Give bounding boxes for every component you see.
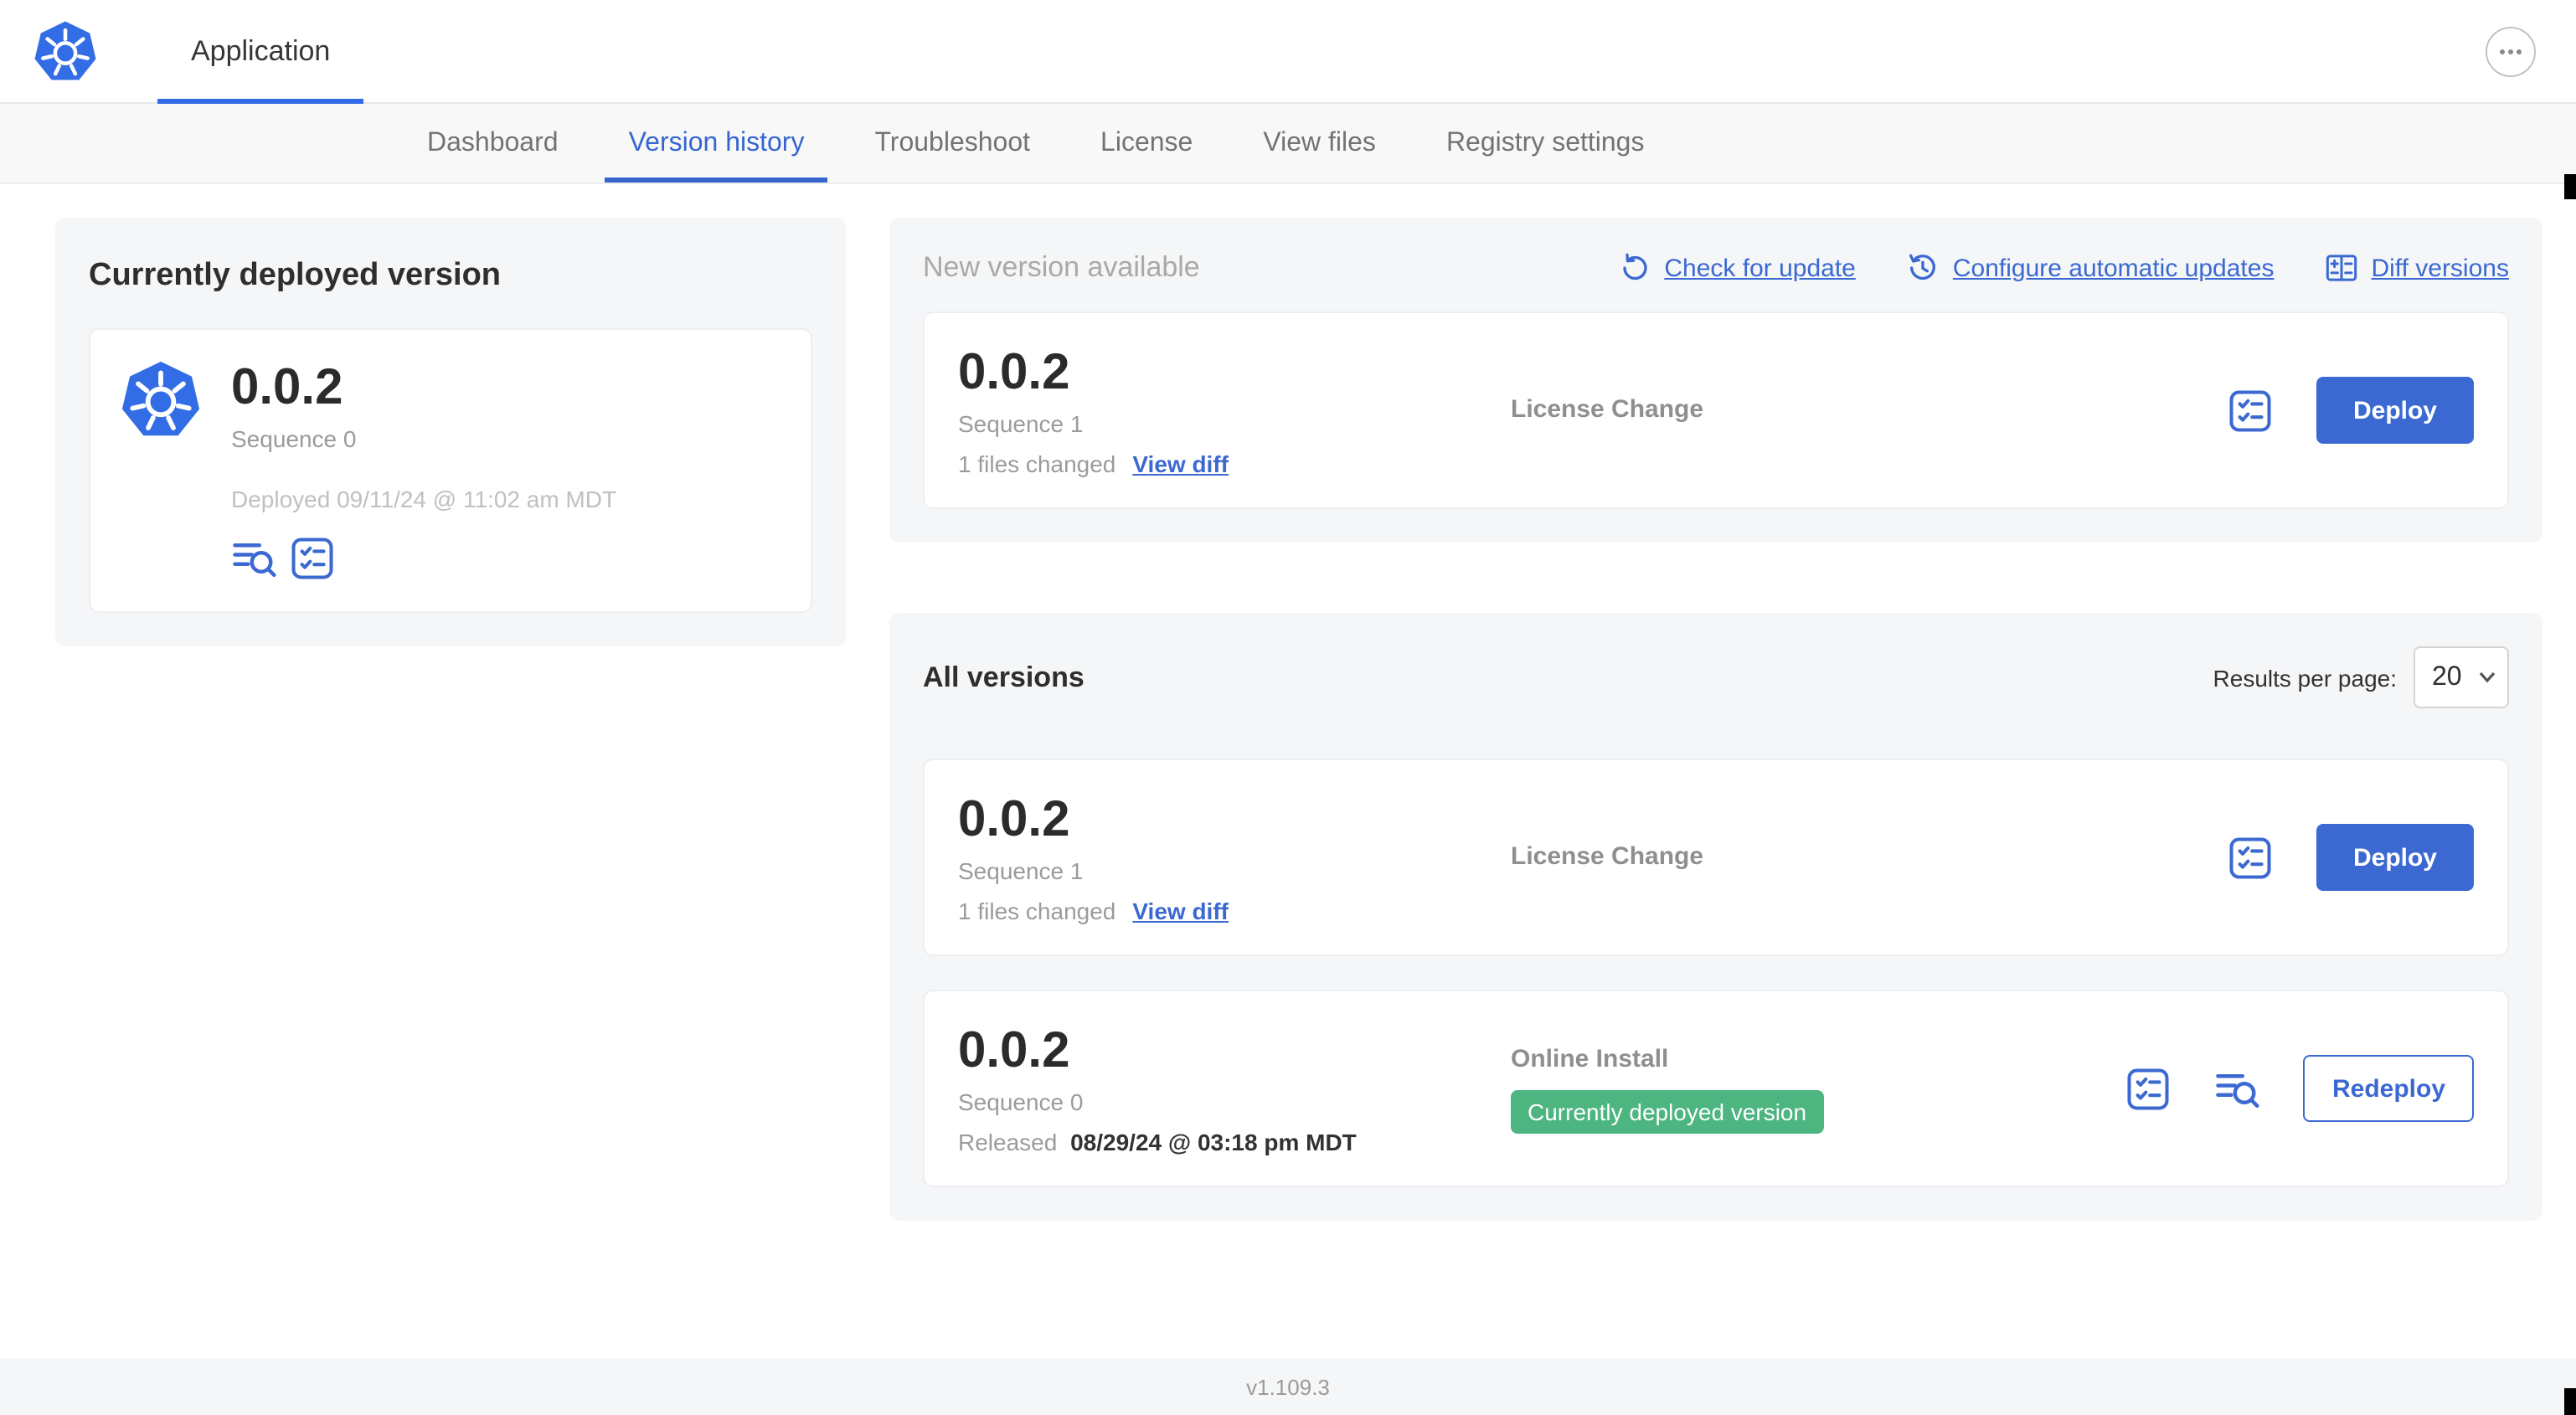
diff-versions-label: Diff versions [2371,254,2509,282]
tab-troubleshoot[interactable]: Troubleshoot [874,104,1030,183]
configure-automatic-updates-link[interactable]: Configure automatic updates [1906,251,2275,285]
checklist-icon [291,538,333,579]
new-version-panel-head: New version available Check for update C… [923,251,2509,285]
view-config-button[interactable] [290,536,335,581]
released-row: Released 08/29/24 @ 03:18 pm MDT [958,1128,1511,1155]
version-row-source: License Change [1511,842,2228,872]
overflow-menu-button[interactable] [2486,27,2536,77]
version-row: 0.0.2 Sequence 1 1 files changed View di… [923,759,2509,956]
checklist-icon [2128,1068,2170,1109]
files-changed-label: 1 files changed [958,450,1116,476]
right-column: New version available Check for update C… [889,218,2543,1221]
view-logs-button[interactable] [231,536,276,581]
checklist-icon [2229,389,2271,431]
version-row-info: 0.0.2 Sequence 1 1 files changed View di… [958,791,1511,924]
currently-deployed-badge: Currently deployed version [1511,1089,1824,1133]
version-row-source: Online Install Currently deployed versio… [1511,1044,2126,1133]
new-version-source: License Change [1511,395,2228,425]
version-row: 0.0.2 Sequence 0 Released 08/29/24 @ 03:… [923,990,2509,1187]
tab-license[interactable]: License [1100,104,1193,183]
all-versions-title: All versions [923,661,1084,692]
deployed-info: 0.0.2 Sequence 0 Deployed 09/11/24 @ 11:… [231,360,616,581]
tab-registry-settings[interactable]: Registry settings [1446,104,1645,183]
tab-dashboard[interactable]: Dashboard [427,104,559,183]
redeploy-button[interactable]: Redeploy [2303,1055,2474,1122]
new-version-info: 0.0.2 Sequence 1 1 files changed View di… [958,344,1511,476]
left-column: Currently deployed version 0.0.2 Sequenc… [55,218,846,646]
files-changed-label: 1 files changed [958,897,1116,924]
tab-version-history[interactable]: Version history [605,104,828,183]
released-date: 08/29/24 @ 03:18 pm MDT [1070,1128,1357,1155]
kubernetes-app-icon [121,360,201,440]
deployed-version: 0.0.2 [231,360,343,415]
view-diff-link[interactable]: View diff [1132,897,1229,924]
results-per-page-select[interactable]: 20 [2414,646,2509,708]
deployed-actions [231,536,616,581]
version-row-info: 0.0.2 Sequence 0 Released 08/29/24 @ 03:… [958,1022,1511,1155]
scrollbar-thumb[interactable] [2564,1388,2576,1415]
new-version-actions: Deploy [2228,377,2474,444]
tab-application[interactable]: Application [157,0,364,104]
deploy-button[interactable]: Deploy [2316,377,2474,444]
diff-versions-link[interactable]: Diff versions [2324,251,2509,285]
version-actions-links: Check for update Configure automatic upd… [1617,251,2509,285]
results-per-page-select-wrap: 20 [2414,646,2509,708]
tab-view-files[interactable]: View files [1263,104,1376,183]
app-header: Application [0,0,2576,104]
deploy-button[interactable]: Deploy [2316,824,2474,891]
files-changed-row: 1 files changed View diff [958,897,1511,924]
all-versions-panel: All versions Results per page: 20 0.0.2 … [889,613,2543,1221]
view-config-button[interactable] [2126,1066,2172,1111]
new-version-sequence: Sequence 1 [958,409,1084,436]
row-version-number: 0.0.2 [958,1022,1070,1078]
kubernetes-logo-icon [33,19,97,83]
view-diff-link[interactable]: View diff [1132,450,1229,476]
ellipsis-icon [2500,49,2522,54]
configure-automatic-updates-label: Configure automatic updates [1952,254,2275,282]
admin-console-version: v1.109.3 [1246,1374,1330,1399]
source-label: License Change [1511,395,1704,424]
version-row-actions: Deploy [2228,824,2474,891]
application-window: Application Dashboard Version history Tr… [0,0,2576,1415]
view-config-button[interactable] [2228,388,2273,433]
source-label: Online Install [1511,1044,1669,1073]
row-sequence: Sequence 1 [958,857,1084,883]
row-sequence: Sequence 0 [958,1088,1084,1114]
currently-deployed-card: 0.0.2 Sequence 0 Deployed 09/11/24 @ 11:… [89,328,812,613]
released-label: Released [958,1128,1058,1155]
results-per-page-label: Results per page: [2213,664,2397,691]
check-for-update-label: Check for update [1664,254,1856,282]
view-config-button[interactable] [2228,835,2273,880]
check-for-update-link[interactable]: Check for update [1617,251,1856,285]
new-version-title: New version available [923,251,1200,283]
checklist-icon [2229,836,2271,878]
main-content: Currently deployed version 0.0.2 Sequenc… [0,184,2576,1358]
new-version-number: 0.0.2 [958,344,1070,399]
deployed-sequence: Sequence 0 [231,425,357,452]
version-row-actions: Redeploy [2126,1055,2474,1122]
files-changed-row: 1 files changed View diff [958,450,1511,476]
all-versions-head: All versions Results per page: 20 [923,646,2509,708]
scrollbar-thumb[interactable] [2564,174,2576,199]
row-version-number: 0.0.2 [958,791,1070,846]
deployed-timestamp: Deployed 09/11/24 @ 11:02 am MDT [231,486,617,512]
source-label: License Change [1511,842,1704,871]
view-logs-button[interactable] [2215,1066,2260,1111]
clock-arrow-icon [1909,254,1935,280]
secondary-nav: Dashboard Version history Troubleshoot L… [0,104,2576,184]
results-per-page: Results per page: 20 [2213,646,2509,708]
app-footer: v1.109.3 [0,1358,2576,1415]
new-version-panel: New version available Check for update C… [889,218,2543,543]
diff-icon [2326,255,2357,281]
refresh-icon [1622,253,1647,280]
currently-deployed-panel: Currently deployed version 0.0.2 Sequenc… [55,218,846,646]
currently-deployed-title: Currently deployed version [89,258,502,293]
logs-icon [2217,1073,2260,1108]
logs-icon [233,543,276,578]
new-version-card: 0.0.2 Sequence 1 1 files changed View di… [923,311,2509,509]
tab-application-label: Application [191,34,331,66]
